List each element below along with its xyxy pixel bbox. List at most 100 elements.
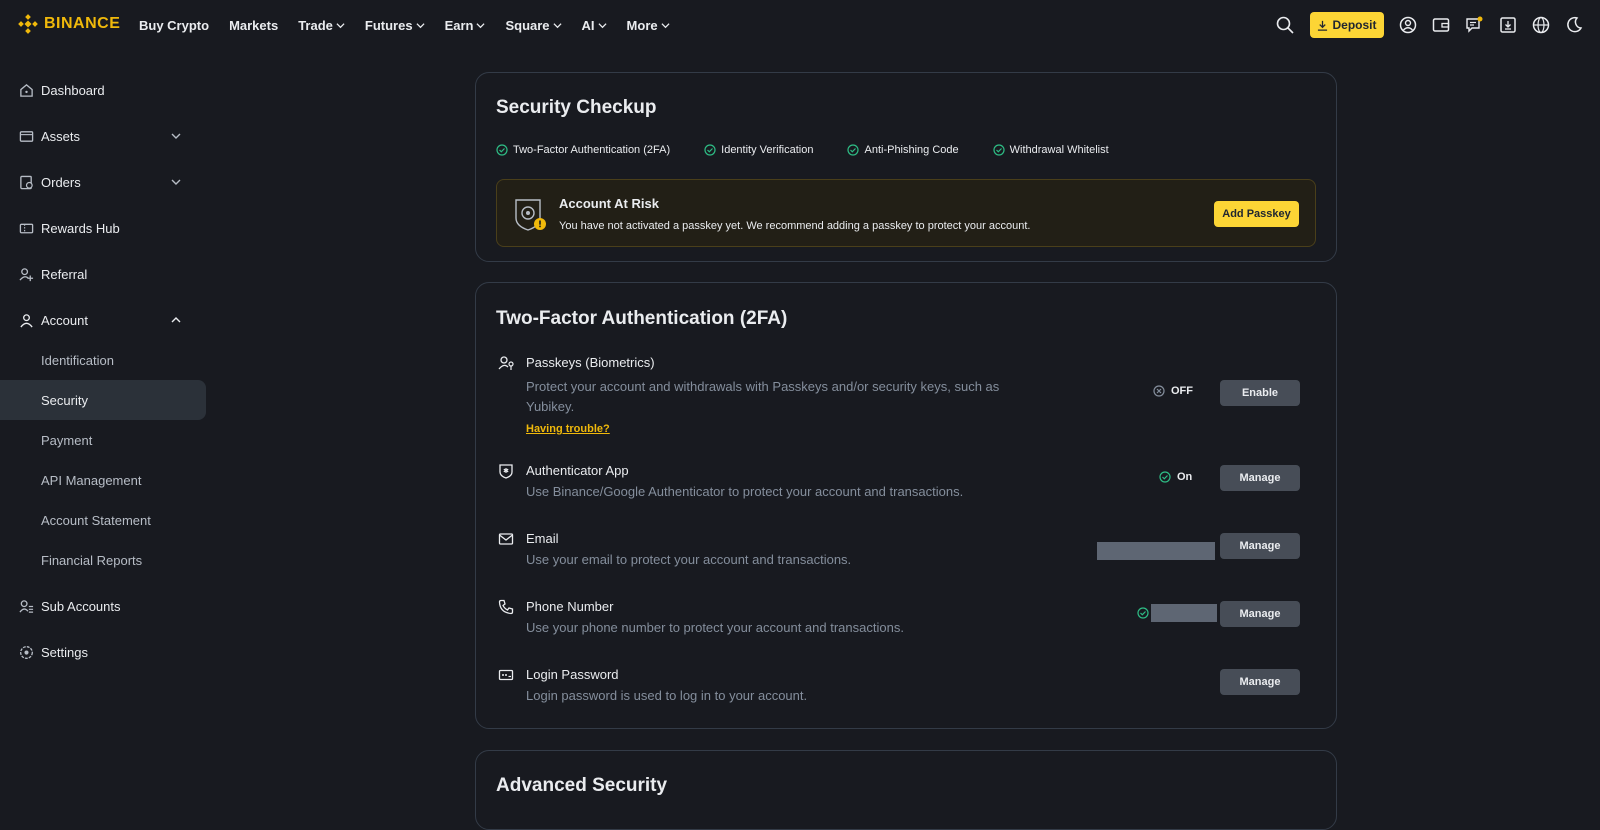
chevron-down-icon — [553, 22, 562, 28]
sidebar-item-security[interactable]: Security — [0, 380, 206, 420]
sidebar-item-account[interactable]: Account — [0, 300, 206, 340]
login-password-row: Login Password Login password is used to… — [496, 667, 1316, 707]
enable-passkeys-button[interactable]: Enable — [1220, 380, 1300, 406]
sidebar-item-label: Referral — [41, 266, 88, 282]
shield-warning-icon — [515, 199, 546, 231]
user-icon — [18, 312, 34, 328]
sidebar-item-label: Account — [41, 312, 88, 328]
check-circle-icon — [496, 144, 508, 156]
check-2fa: Two-Factor Authentication (2FA) — [496, 144, 670, 156]
passkeys-description-line1: Protect your account and withdrawals wit… — [526, 379, 1000, 394]
check-circle-icon — [1159, 471, 1171, 483]
chevron-down-icon — [336, 22, 345, 28]
brand-name: BINANCE — [44, 15, 121, 32]
sidebar-item-account-statement[interactable]: Account Statement — [0, 500, 206, 540]
settings-icon — [18, 644, 34, 660]
download-icon[interactable] — [1498, 15, 1518, 35]
orders-icon — [18, 174, 34, 190]
nav-label: Buy Crypto — [139, 17, 210, 33]
globe-icon[interactable] — [1531, 15, 1551, 35]
nav-buy-crypto[interactable]: Buy Crypto — [139, 18, 209, 33]
risk-title: Account At Risk — [559, 196, 659, 211]
sidebar-item-label: Orders — [41, 174, 81, 190]
sidebar-item-sub-accounts[interactable]: Sub Accounts — [0, 586, 206, 626]
nav-futures[interactable]: Futures — [365, 18, 425, 33]
nav-ai[interactable]: AI — [582, 18, 607, 33]
search-icon[interactable] — [1275, 15, 1295, 35]
phone-number-title: Phone Number — [526, 599, 614, 614]
sidebar-item-dashboard[interactable]: Dashboard — [0, 70, 206, 110]
nav-markets[interactable]: Markets — [229, 18, 278, 33]
nav-earn[interactable]: Earn — [445, 18, 486, 33]
nav-label: More — [626, 17, 658, 33]
nav-square[interactable]: Square — [505, 18, 562, 33]
check-circle-icon — [704, 144, 716, 156]
sidebar-item-referral[interactable]: Referral — [0, 254, 206, 294]
sub-accounts-icon — [18, 598, 34, 614]
chevron-up-icon — [171, 317, 181, 323]
sidebar-item-label: Rewards Hub — [41, 220, 120, 236]
having-trouble-link[interactable]: Having trouble? — [526, 423, 610, 435]
x-circle-icon — [1153, 385, 1165, 397]
check-anti-phishing: Anti-Phishing Code — [847, 144, 959, 156]
sidebar-item-label: Dashboard — [41, 82, 105, 98]
check-circle-icon — [1137, 607, 1149, 619]
risk-description: You have not activated a passkey yet. We… — [559, 220, 1031, 232]
sidebar-item-api-management[interactable]: API Management — [0, 460, 206, 500]
nav-trade[interactable]: Trade — [298, 18, 345, 33]
dark-mode-icon[interactable] — [1564, 15, 1584, 35]
manage-password-button[interactable]: Manage — [1220, 669, 1300, 695]
status-label: On — [1177, 471, 1193, 483]
user-icon[interactable] — [1398, 15, 1418, 35]
manage-authenticator-button[interactable]: Manage — [1220, 465, 1300, 491]
notification-icon[interactable] — [1464, 15, 1484, 35]
sidebar-item-financial-reports[interactable]: Financial Reports — [0, 540, 206, 580]
wallet-icon — [18, 128, 34, 144]
deposit-button[interactable]: Deposit — [1310, 12, 1384, 38]
check-label: Withdrawal Whitelist — [1009, 144, 1109, 156]
authenticator-status: On — [1159, 471, 1192, 483]
sidebar-item-payment[interactable]: Payment — [0, 420, 206, 460]
nav-label: Futures — [364, 17, 413, 33]
add-passkey-button[interactable]: Add Passkey — [1214, 201, 1299, 227]
sidebar-item-assets[interactable]: Assets — [0, 116, 206, 156]
sidebar-item-settings[interactable]: Settings — [0, 632, 206, 672]
sidebar-item-rewards-hub[interactable]: Rewards Hub — [0, 208, 206, 248]
manage-email-button[interactable]: Manage — [1220, 533, 1300, 559]
check-identity-verification: Identity Verification — [704, 144, 813, 156]
wallet-icon[interactable] — [1431, 15, 1451, 35]
check-circle-icon — [847, 144, 860, 156]
referral-icon — [18, 266, 34, 282]
chevron-down-icon — [661, 22, 670, 28]
nav-more[interactable]: More — [627, 18, 670, 33]
binance-logo-icon — [18, 14, 38, 34]
ticket-icon — [18, 220, 34, 236]
manage-phone-button[interactable]: Manage — [1220, 601, 1300, 627]
check-circle-icon — [993, 144, 1005, 156]
binance-logo[interactable]: BINANCE — [18, 14, 120, 34]
sidebar-item-label: Security — [41, 392, 88, 408]
authenticator-shield-icon — [499, 464, 513, 479]
check-withdrawal-whitelist: Withdrawal Whitelist — [993, 144, 1109, 156]
passkey-user-icon — [498, 356, 514, 370]
passkeys-title: Passkeys (Biometrics) — [526, 355, 655, 370]
account-at-risk-alert: Account At Risk You have not activated a… — [496, 179, 1316, 247]
chevron-down-icon — [416, 22, 425, 28]
email-title: Email — [526, 531, 559, 546]
check-label: Two-Factor Authentication (2FA) — [513, 144, 671, 156]
sidebar-item-identification[interactable]: Identification — [0, 340, 206, 380]
passkeys-row: Passkeys (Biometrics) Protect your accou… — [496, 355, 1316, 435]
two-factor-auth-card: Two-Factor Authentication (2FA) Passkeys… — [475, 282, 1337, 729]
sidebar-item-label: Payment — [41, 432, 93, 448]
sidebar-item-label: Settings — [41, 644, 88, 660]
twofa-title: Two-Factor Authentication (2FA) — [496, 308, 788, 329]
main-menu: Buy Crypto Markets Trade Futures Earn Sq… — [139, 0, 690, 50]
sidebar-item-label: Assets — [41, 128, 81, 144]
sidebar-item-orders[interactable]: Orders — [0, 162, 206, 202]
advanced-security-card: Advanced Security — [475, 750, 1337, 830]
security-checkup-title: Security Checkup — [496, 97, 657, 118]
security-checkup-card: Security Checkup Two-Factor Authenticati… — [475, 72, 1337, 262]
login-password-title: Login Password — [526, 667, 619, 682]
nav-label: Markets — [229, 17, 279, 33]
nav-label: Trade — [298, 17, 333, 33]
